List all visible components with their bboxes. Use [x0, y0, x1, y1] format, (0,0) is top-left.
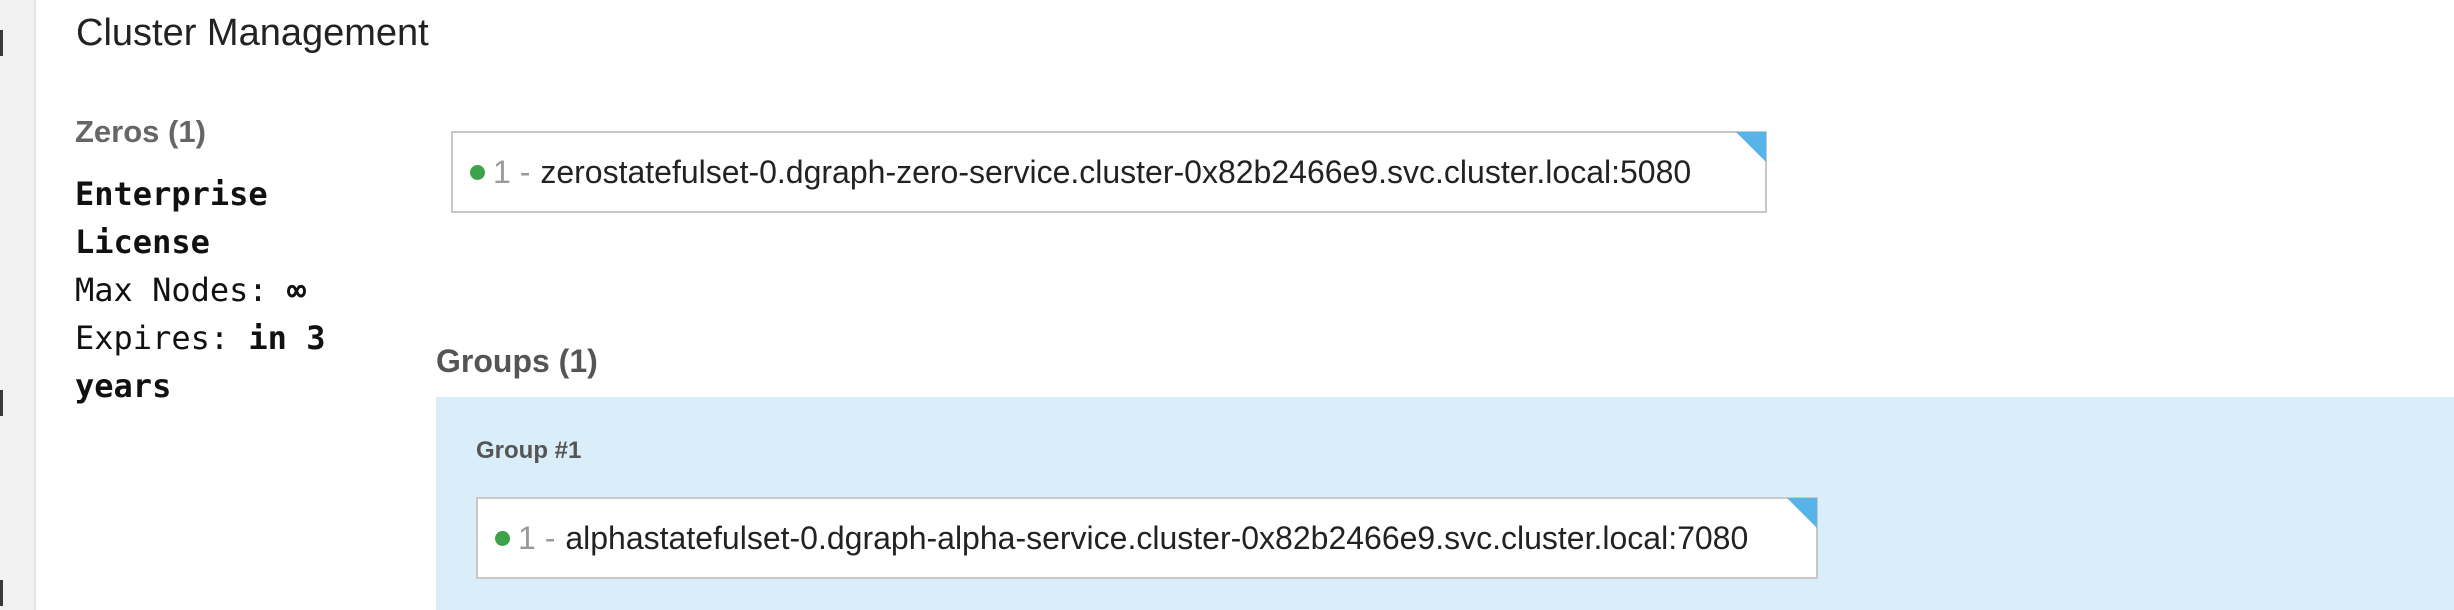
leader-corner-icon — [1736, 132, 1766, 162]
expires-label: Expires: — [75, 319, 249, 357]
node-address: zerostatefulset-0.dgraph-zero-service.cl… — [540, 153, 1692, 190]
health-status-icon — [495, 530, 510, 546]
node-address: alphastatefulset-0.dgraph-alpha-service.… — [565, 519, 1749, 556]
max-nodes-label: Max Nodes: — [75, 271, 287, 309]
max-nodes-row: Max Nodes: ∞ — [75, 266, 385, 314]
leader-corner-icon — [1787, 498, 1817, 528]
groups-heading: Groups (1) — [436, 343, 598, 379]
license-title-line1: Enterprise — [75, 175, 268, 213]
expires-row: Expires: in 3 — [75, 314, 385, 362]
license-title-line2: License — [75, 223, 210, 261]
sidebar-marker — [0, 390, 3, 416]
left-sidebar-edge — [0, 0, 36, 610]
max-nodes-value: ∞ — [286, 271, 307, 309]
node-id: 1 - — [493, 153, 531, 190]
license-info: Enterprise License Max Nodes: ∞ Expires:… — [75, 170, 385, 410]
zero-node[interactable]: 1 - zerostatefulset-0.dgraph-zero-servic… — [451, 131, 1767, 213]
alpha-node[interactable]: 1 - alphastatefulset-0.dgraph-alpha-serv… — [476, 497, 1818, 579]
expires-value: in 3 — [248, 319, 326, 357]
node-id: 1 - — [518, 519, 556, 556]
cluster-page: Cluster Management Zeros (1) Enterprise … — [0, 0, 2454, 610]
expires-value-continued: years — [75, 367, 172, 405]
sidebar-marker — [0, 30, 3, 56]
page-title: Cluster Management — [76, 12, 429, 54]
group-title: Group #1 — [476, 437, 582, 464]
group-panel: Group #1 1 - alphastatefulset-0.dgraph-a… — [436, 397, 2454, 610]
sidebar-marker — [0, 580, 3, 606]
health-status-icon — [470, 164, 485, 180]
zeros-heading: Zeros (1) — [75, 114, 206, 149]
